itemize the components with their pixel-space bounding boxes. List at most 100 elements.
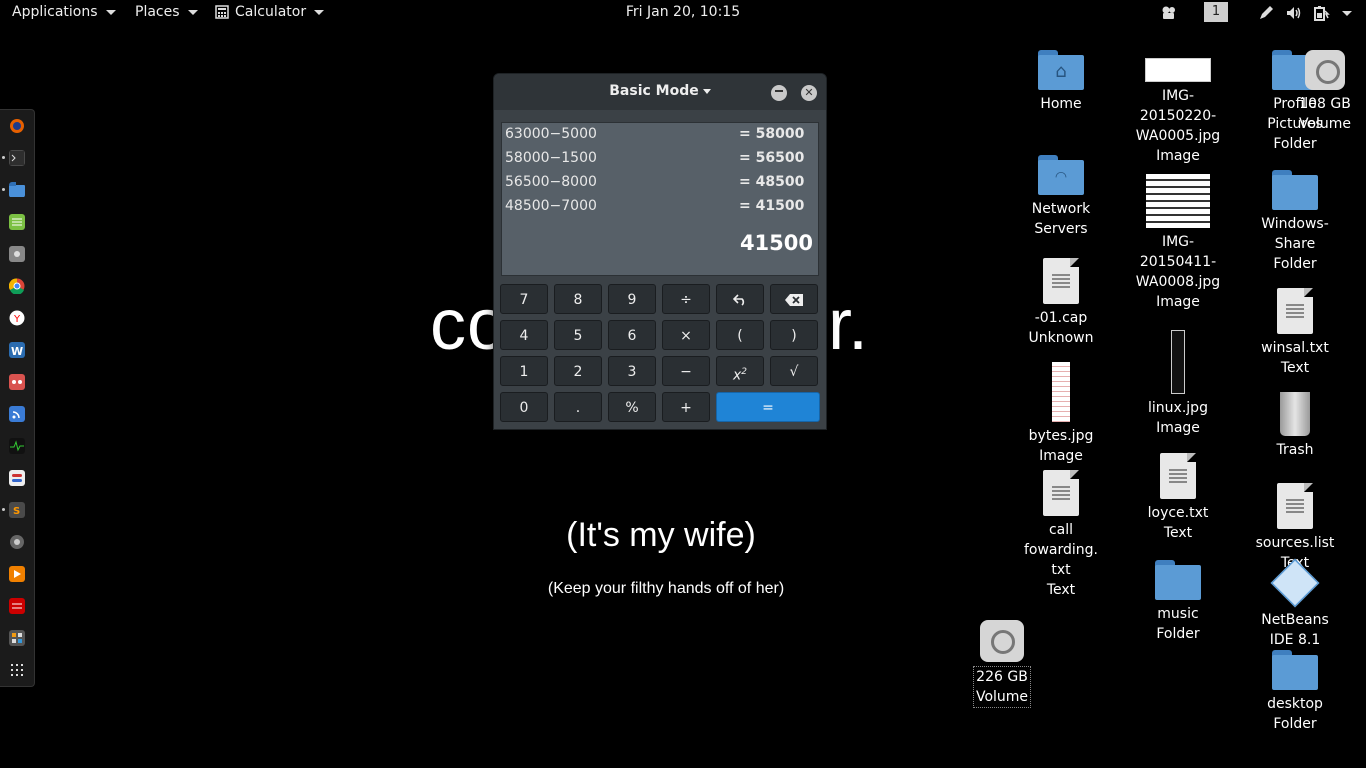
- decimal-button[interactable]: .: [554, 392, 602, 422]
- desktop-icon-netbeans[interactable]: NetBeans IDE 8.1: [1250, 558, 1340, 650]
- key-1[interactable]: 1: [500, 356, 548, 386]
- yandex-icon[interactable]: Y: [9, 310, 25, 326]
- desktop-icon-loyce[interactable]: loyce.txt Text: [1133, 453, 1223, 543]
- key-4[interactable]: 4: [500, 320, 548, 350]
- calculator-header-bar[interactable]: Basic Mode ✕: [494, 74, 826, 110]
- icon-label: txt: [1051, 562, 1071, 578]
- key-2[interactable]: 2: [554, 356, 602, 386]
- key-8[interactable]: 8: [554, 284, 602, 314]
- system-menu-chevron-icon[interactable]: [1342, 11, 1352, 16]
- key-7[interactable]: 7: [500, 284, 548, 314]
- history-row[interactable]: 56500−8000 = 48500: [505, 174, 815, 198]
- icon-label: call: [1048, 522, 1074, 538]
- sqrt-button[interactable]: √: [770, 356, 818, 386]
- icon-label: Share: [1274, 236, 1316, 252]
- icon-type: Text: [1280, 360, 1310, 376]
- icon-label: IDE 8.1: [1269, 632, 1321, 648]
- desktop-icon-trash[interactable]: Trash: [1250, 392, 1340, 460]
- chrome-icon[interactable]: [9, 278, 25, 294]
- history-row[interactable]: 48500−7000 = 41500: [505, 198, 815, 222]
- desktop-icon-img-20150411[interactable]: IMG- 20150411- WA0008.jpg Image: [1133, 174, 1223, 312]
- percent-button[interactable]: %: [608, 392, 656, 422]
- desktop-icon-desktop-folder[interactable]: desktop Folder: [1250, 650, 1340, 734]
- desktop-icon-volume-108[interactable]: 108 GB Volume: [1284, 50, 1366, 134]
- desktop-icon-music[interactable]: music Folder: [1133, 560, 1223, 644]
- key-0[interactable]: 0: [500, 392, 548, 422]
- calculator-icon[interactable]: [9, 630, 25, 646]
- settings-icon[interactable]: [9, 246, 25, 262]
- desktop-icon-cap-file[interactable]: -01.cap Unknown: [1016, 258, 1106, 348]
- monitor-icon[interactable]: [9, 438, 25, 454]
- backspace-icon: [785, 294, 803, 306]
- selected-label: 226 GB Volume: [972, 666, 1032, 708]
- scanner-icon[interactable]: [9, 598, 25, 614]
- app-grid-icon[interactable]: [9, 662, 25, 678]
- battery-icon[interactable]: [1312, 4, 1330, 22]
- history-expression: 58000−1500: [505, 150, 597, 166]
- calculator-display[interactable]: 41500: [501, 221, 819, 276]
- firefox-icon[interactable]: [9, 118, 25, 134]
- icon-label: WA0008.jpg: [1135, 274, 1221, 290]
- equals-button[interactable]: =: [716, 392, 820, 422]
- close-paren-button[interactable]: ): [770, 320, 818, 350]
- desktop-icon-img-20150220[interactable]: IMG- 20150220- WA0005.jpg Image: [1133, 58, 1223, 166]
- history-expression: 48500−7000: [505, 198, 597, 214]
- workspace-indicator[interactable]: 1: [1204, 2, 1228, 22]
- add-button[interactable]: +: [662, 392, 710, 422]
- icon-type: Unknown: [1028, 330, 1094, 346]
- desktop-icon-linux[interactable]: linux.jpg Image: [1133, 330, 1223, 438]
- icon-label: IMG-: [1161, 88, 1195, 104]
- icon-label: -01.cap: [1034, 310, 1088, 326]
- toggle-icon[interactable]: [9, 470, 25, 486]
- history-expression: 56500−8000: [505, 174, 597, 190]
- history-row[interactable]: 58000−1500 = 56500: [505, 150, 815, 174]
- desktop-icon-volume-226[interactable]: 226 GB Volume: [957, 620, 1047, 708]
- icon-label: winsal.txt: [1261, 340, 1329, 356]
- spreadsheet-icon[interactable]: [9, 214, 25, 230]
- key-9[interactable]: 9: [608, 284, 656, 314]
- icon-type: Folder: [1273, 136, 1317, 152]
- text-file-icon: [1277, 483, 1313, 529]
- volume-icon[interactable]: [1285, 4, 1303, 22]
- icon-type: Text: [1046, 582, 1076, 598]
- wallpaper-subtitle: (It's my wife): [566, 516, 756, 554]
- desktop-icon-winsal[interactable]: winsal.txt Text: [1250, 288, 1340, 378]
- backspace-button[interactable]: [770, 284, 818, 314]
- display-value: 41500: [739, 231, 813, 255]
- app-icon[interactable]: [9, 374, 25, 390]
- writer-icon[interactable]: W: [9, 342, 25, 358]
- close-button[interactable]: ✕: [801, 85, 817, 101]
- undo-button[interactable]: [716, 284, 764, 314]
- history-result: = 41500: [739, 198, 805, 214]
- drive-icon: [980, 620, 1024, 662]
- feed-icon[interactable]: [9, 406, 25, 422]
- netbeans-cube-icon: [1270, 558, 1320, 608]
- key-3[interactable]: 3: [608, 356, 656, 386]
- square-button[interactable]: x2: [716, 356, 764, 386]
- icon-label: desktop: [1267, 696, 1323, 712]
- folder-icon: [1272, 170, 1318, 210]
- files-icon[interactable]: [9, 182, 25, 198]
- desktop-icon-network[interactable]: ◠ Network Servers: [1016, 155, 1106, 239]
- key-6[interactable]: 6: [608, 320, 656, 350]
- pen-icon[interactable]: [1257, 4, 1275, 22]
- icon-label: linux.jpg: [1148, 400, 1208, 416]
- history-list: 63000−5000 = 58000 58000−1500 = 56500 56…: [501, 122, 819, 222]
- wallpaper-text-right: r.: [828, 285, 869, 365]
- desktop-icon-call-fowarding[interactable]: call fowarding. txt Text: [1016, 470, 1106, 600]
- desktop-icon-bytes[interactable]: bytes.jpg Image: [1016, 362, 1106, 466]
- multiply-button[interactable]: ×: [662, 320, 710, 350]
- terminal-icon[interactable]: [9, 150, 25, 166]
- desktop-icon-windows-share[interactable]: Windows- Share Folder: [1250, 170, 1340, 274]
- icon-label: Volume: [975, 689, 1029, 705]
- desktop-icon-home[interactable]: ⌂ Home: [1016, 50, 1106, 114]
- text-file-icon: [1160, 453, 1196, 499]
- history-row[interactable]: 63000−5000 = 58000: [505, 126, 815, 150]
- minimize-button[interactable]: [771, 85, 787, 101]
- subtract-button[interactable]: −: [662, 356, 710, 386]
- camera-icon[interactable]: [1160, 4, 1178, 22]
- icon-type: Folder: [1273, 716, 1317, 732]
- open-paren-button[interactable]: (: [716, 320, 764, 350]
- key-5[interactable]: 5: [554, 320, 602, 350]
- divide-button[interactable]: ÷: [662, 284, 710, 314]
